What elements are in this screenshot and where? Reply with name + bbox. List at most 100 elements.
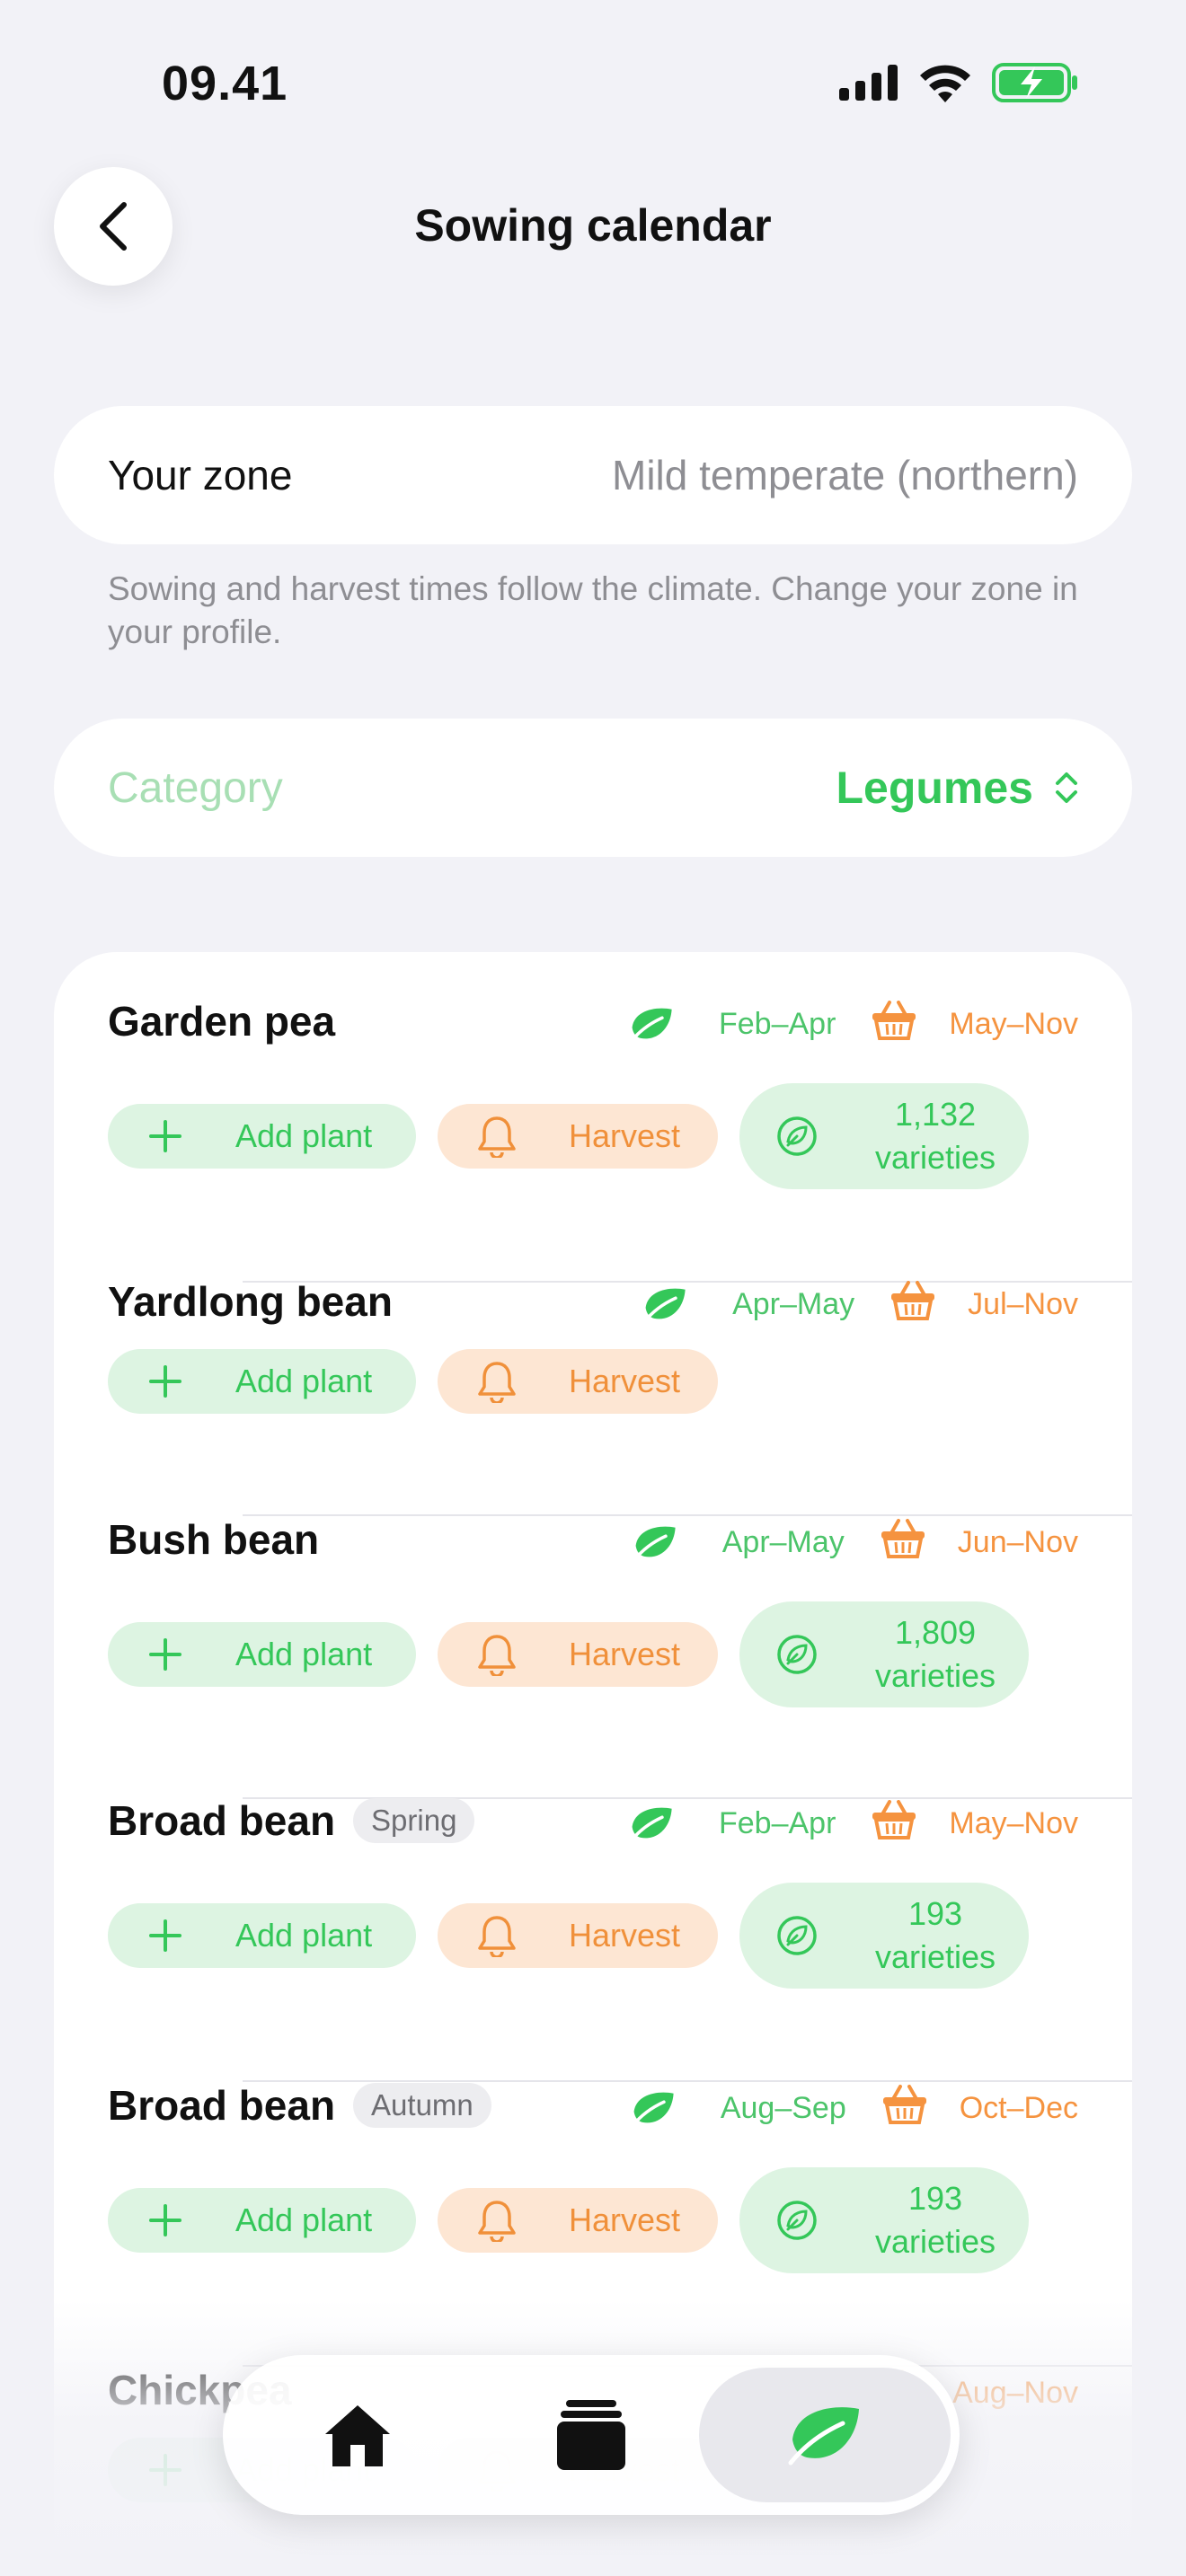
category-label: Category <box>108 763 283 812</box>
bell-icon <box>478 1362 516 1403</box>
sow-leaf-icon <box>642 1288 686 1323</box>
harvest-basket-icon <box>872 1800 916 1839</box>
varieties-label: 1,132 varieties <box>854 1093 1016 1179</box>
add-plant-label: Add plant <box>235 2201 373 2238</box>
bell-icon <box>478 1635 516 1676</box>
tab-bar <box>223 2355 960 2515</box>
harvest-label: Harvest <box>569 1636 681 1672</box>
varieties-suffix: varieties <box>874 1657 996 1694</box>
harvest-reminder-button[interactable]: Harvest <box>438 1622 718 1687</box>
plant-row[interactable]: Garden pea Feb–Apr May–Nov Add plant Harvest… <box>108 997 1078 1281</box>
add-plant-button[interactable]: Add plant <box>108 1104 416 1169</box>
sowing-harvest-dates: Feb–Apr May–Nov <box>629 1800 1078 1848</box>
varieties-count: 1,132 <box>894 1096 977 1133</box>
page-title: Sowing calendar <box>414 200 772 251</box>
sow-window: Apr–May <box>721 1525 845 1559</box>
varieties-count: 193 <box>907 2180 963 2217</box>
category-selected: Legumes <box>836 763 1033 813</box>
sow-leaf-icon <box>633 1526 676 1561</box>
sowing-harvest-dates: Feb–Apr May–Nov <box>629 1001 1078 1048</box>
sow-window: Feb–Apr <box>718 1806 836 1840</box>
leaf-icon <box>788 2407 859 2466</box>
add-plant-label: Add plant <box>235 1363 373 1399</box>
varieties-icon <box>777 1916 817 1955</box>
harvest-basket-icon <box>872 1001 916 1040</box>
plant-row[interactable]: Bush bean Apr–May Jun–Nov Add plant Harvest 1… <box>108 1515 1078 1797</box>
plant-row[interactable]: Yardlong bean Apr–May Jul–Nov Add plant Harv… <box>108 1277 1078 1514</box>
tab-home[interactable] <box>277 2355 438 2515</box>
tab-collection[interactable] <box>510 2355 672 2515</box>
category-picker[interactable]: Category Legumes <box>54 719 1132 857</box>
status-time: 09.41 <box>162 57 288 110</box>
plant-name: Broad bean <box>108 2082 336 2129</box>
varieties-button[interactable]: 193 varieties <box>739 1883 1029 1989</box>
sow-leaf-icon <box>629 1008 672 1043</box>
wifi-icon <box>920 65 970 102</box>
add-plant-button[interactable]: Add plant <box>108 1349 416 1414</box>
varieties-button[interactable]: 1,132 varieties <box>739 1083 1029 1189</box>
harvest-window: May–Nov <box>949 1806 1078 1840</box>
plus-icon <box>149 2204 181 2236</box>
sowing-harvest-dates: Apr–May Jul–Nov <box>642 1281 1078 1328</box>
harvest-window: May–Nov <box>949 1007 1078 1041</box>
plant-name-group: Garden pea <box>108 997 335 1045</box>
harvest-window: Jul–Nov <box>968 1287 1078 1321</box>
sow-window: Aug–Sep <box>720 2091 846 2125</box>
chevron-up-down-icon <box>1056 772 1077 803</box>
add-plant-button[interactable]: Add plant <box>108 2188 416 2253</box>
harvest-label: Harvest <box>569 1363 681 1399</box>
zone-card: Your zone Mild temperate (northern) <box>54 406 1132 544</box>
varieties-suffix: varieties <box>874 1938 996 1975</box>
harvest-basket-icon <box>882 2085 926 2124</box>
plant-name: Broad bean <box>108 1797 336 1844</box>
harvest-basket-icon <box>881 1519 925 1558</box>
sowing-harvest-dates: Aug–Sep Oct–Dec <box>631 2085 1078 2132</box>
add-plant-label: Add plant <box>235 1636 373 1672</box>
sow-leaf-icon <box>629 1807 672 1842</box>
plant-name-group: Yardlong bean <box>108 1277 393 1326</box>
season-tag: Spring <box>353 1798 475 1843</box>
harvest-label: Harvest <box>569 1917 681 1954</box>
plant-name: Yardlong bean <box>108 1278 393 1325</box>
harvest-reminder-button[interactable]: Harvest <box>438 1104 718 1169</box>
plus-icon <box>149 1638 181 1671</box>
harvest-basket-icon <box>891 1281 935 1320</box>
add-plant-button[interactable]: Add plant <box>108 1903 416 1968</box>
category-value[interactable]: Legumes <box>836 762 1078 814</box>
add-plant-button[interactable]: Add plant <box>108 1622 416 1687</box>
varieties-button[interactable]: 1,809 varieties <box>739 1601 1029 1707</box>
zone-label: Your zone <box>108 452 293 498</box>
cellular-signal-icon <box>839 65 898 101</box>
plus-icon <box>149 1120 181 1152</box>
add-plant-label: Add plant <box>235 1117 373 1154</box>
zone-note: Sowing and harvest times follow the clim… <box>108 570 1078 650</box>
add-plant-label: Add plant <box>235 1917 373 1954</box>
bell-icon <box>478 1916 516 1957</box>
varieties-icon <box>777 1635 817 1674</box>
plus-icon <box>149 1919 181 1952</box>
harvest-reminder-button[interactable]: Harvest <box>438 1349 718 1414</box>
harvest-label: Harvest <box>569 2201 681 2238</box>
harvest-reminder-button[interactable]: Harvest <box>438 1903 718 1968</box>
harvest-reminder-button[interactable]: Harvest <box>438 2188 718 2253</box>
stack-icon <box>557 2400 625 2470</box>
varieties-count: 1,809 <box>894 1614 977 1651</box>
varieties-suffix: varieties <box>874 1139 996 1176</box>
plant-row[interactable]: Broad bean Spring Feb–Apr May–Nov Add plant H… <box>108 1796 1078 2080</box>
tab-calendar[interactable] <box>744 2355 906 2515</box>
harvest-window: Jun–Nov <box>957 1525 1078 1559</box>
battery-charging-icon <box>992 63 1077 102</box>
sow-window: Apr–May <box>732 1287 855 1321</box>
varieties-button[interactable]: 193 varieties <box>739 2167 1029 2273</box>
bell-icon <box>478 1116 516 1158</box>
varieties-count: 193 <box>907 1895 963 1932</box>
plant-name-group: Broad bean Spring <box>108 1796 475 1845</box>
harvest-window: Oct–Dec <box>959 2091 1078 2125</box>
plant-name-group: Broad bean Autumn <box>108 2081 491 2130</box>
plant-name: Bush bean <box>108 1516 320 1563</box>
plant-name: Garden pea <box>108 998 336 1045</box>
varieties-label: 1,809 varieties <box>854 1611 1016 1698</box>
sow-window: Feb–Apr <box>718 1007 836 1041</box>
plus-icon <box>149 1365 181 1398</box>
varieties-icon <box>777 2201 817 2240</box>
